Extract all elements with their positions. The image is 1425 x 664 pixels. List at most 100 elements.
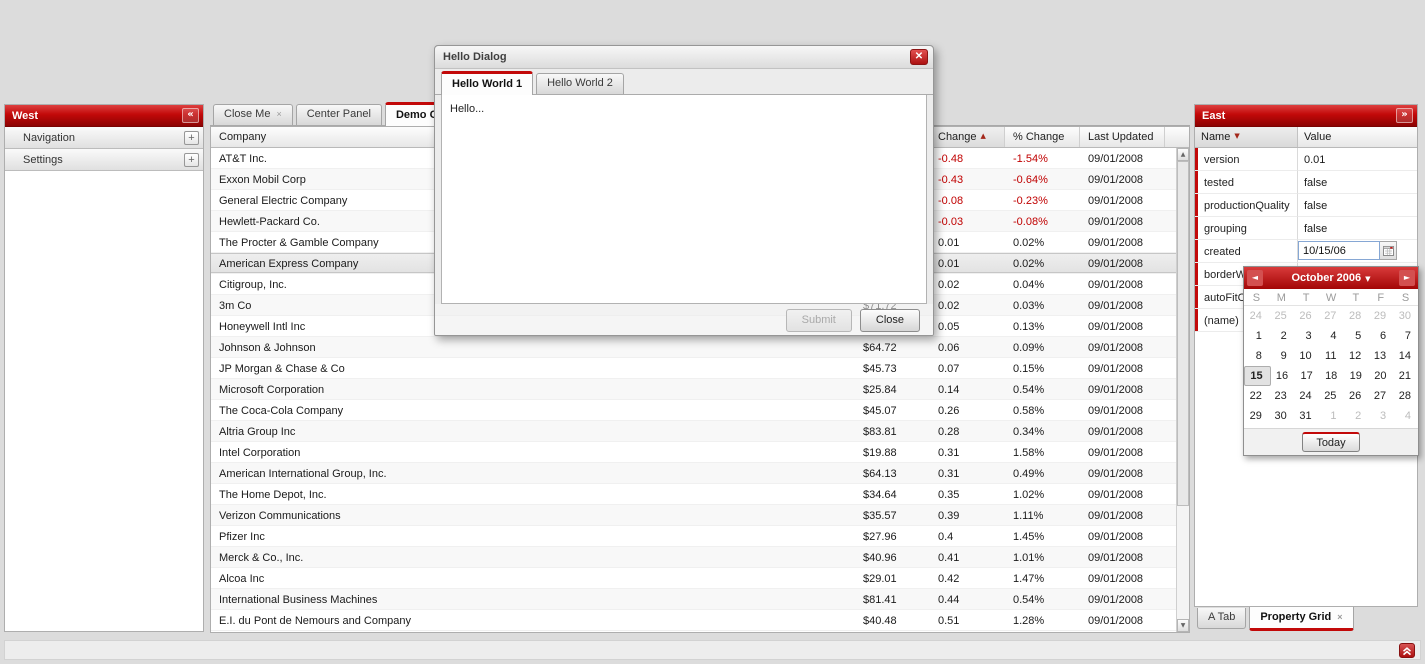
- calendar-day[interactable]: 26: [1343, 386, 1368, 406]
- calendar-day[interactable]: 28: [1343, 306, 1368, 326]
- cell-change: 0.51: [930, 610, 1005, 630]
- dialog-title-bar[interactable]: Hello Dialog ✕: [435, 46, 933, 69]
- calendar-day[interactable]: 2: [1343, 406, 1368, 426]
- calendar-day[interactable]: 11: [1319, 346, 1344, 366]
- calendar-day[interactable]: 29: [1244, 406, 1269, 426]
- calendar-day[interactable]: 5: [1343, 326, 1368, 346]
- calendar-day[interactable]: 1: [1244, 326, 1269, 346]
- tab-close-me[interactable]: Close Me×: [213, 104, 293, 125]
- table-row[interactable]: Merck & Co., Inc.$40.960.411.01%09/01/20…: [211, 547, 1176, 568]
- calendar-day-selected[interactable]: 15: [1244, 366, 1271, 386]
- cell-change: 0.31: [930, 463, 1005, 483]
- prev-month-icon[interactable]: ◄: [1247, 270, 1263, 286]
- calendar-day[interactable]: 27: [1368, 386, 1393, 406]
- calendar-day[interactable]: 27: [1319, 306, 1344, 326]
- hello-dialog-window: Hello Dialog ✕ Hello World 1Hello World …: [434, 45, 934, 336]
- calendar-day[interactable]: 10: [1294, 346, 1319, 366]
- calendar-day[interactable]: 8: [1244, 346, 1269, 366]
- grid-vertical-scrollbar[interactable]: ▲ ▼: [1176, 148, 1189, 632]
- column-header-last-updated[interactable]: Last Updated: [1080, 127, 1165, 147]
- table-row[interactable]: JP Morgan & Chase & Co$45.730.070.15%09/…: [211, 358, 1176, 379]
- dialog-close-icon[interactable]: ✕: [910, 49, 928, 65]
- scroll-down-icon[interactable]: ▼: [1177, 619, 1189, 632]
- calendar-day[interactable]: 3: [1294, 326, 1319, 346]
- cell-pct: 0.15%: [1005, 358, 1080, 378]
- table-row[interactable]: American International Group, Inc.$64.13…: [211, 463, 1176, 484]
- property-row-created[interactable]: created: [1195, 240, 1417, 263]
- collapse-left-icon[interactable]: «: [182, 108, 199, 123]
- property-row-tested[interactable]: testedfalse: [1195, 171, 1417, 194]
- column-header-change[interactable]: % Change: [1005, 127, 1080, 147]
- expand-plus-icon[interactable]: +: [184, 131, 199, 145]
- calendar-day[interactable]: 19: [1344, 366, 1369, 386]
- tab-a-tab[interactable]: A Tab: [1197, 608, 1246, 629]
- close-button[interactable]: Close: [860, 309, 920, 332]
- table-row[interactable]: Microsoft Corporation$25.840.140.54%09/0…: [211, 379, 1176, 400]
- calendar-day[interactable]: 4: [1393, 406, 1418, 426]
- calendar-day[interactable]: 31: [1294, 406, 1319, 426]
- calendar-day[interactable]: 25: [1319, 386, 1344, 406]
- calendar-day[interactable]: 9: [1269, 346, 1294, 366]
- tab-property-grid[interactable]: Property Grid×: [1249, 607, 1353, 631]
- calendar-day[interactable]: 30: [1269, 406, 1294, 426]
- table-row[interactable]: Intel Corporation$19.880.311.58%09/01/20…: [211, 442, 1176, 463]
- table-row[interactable]: Altria Group Inc$83.810.280.34%09/01/200…: [211, 421, 1176, 442]
- tab-center-panel[interactable]: Center Panel: [296, 104, 382, 125]
- tab-hello-world-2[interactable]: Hello World 2: [536, 73, 624, 94]
- calendar-day[interactable]: 14: [1393, 346, 1418, 366]
- tab-hello-world-1[interactable]: Hello World 1: [441, 71, 533, 95]
- calendar-day[interactable]: 7: [1393, 326, 1418, 346]
- calendar-day[interactable]: 22: [1244, 386, 1269, 406]
- calendar-day[interactable]: 26: [1294, 306, 1319, 326]
- table-row[interactable]: Verizon Communications$35.570.391.11%09/…: [211, 505, 1176, 526]
- scrollbar-thumb[interactable]: [1177, 161, 1189, 506]
- expand-up-icon[interactable]: [1399, 643, 1415, 658]
- table-row[interactable]: The Home Depot, Inc.$34.640.351.02%09/01…: [211, 484, 1176, 505]
- property-row-productionquality[interactable]: productionQualityfalse: [1195, 194, 1417, 217]
- date-field[interactable]: [1298, 241, 1380, 260]
- calendar-day[interactable]: 24: [1294, 386, 1319, 406]
- calendar-day[interactable]: 23: [1269, 386, 1294, 406]
- scroll-up-icon[interactable]: ▲: [1177, 148, 1189, 161]
- calendar-day[interactable]: 13: [1368, 346, 1393, 366]
- accordion-item-navigation[interactable]: Navigation+: [5, 127, 203, 149]
- calendar-day[interactable]: 3: [1368, 406, 1393, 426]
- accordion-item-settings[interactable]: Settings+: [5, 149, 203, 171]
- calendar-day[interactable]: 1: [1319, 406, 1344, 426]
- calendar-day[interactable]: 24: [1244, 306, 1269, 326]
- next-month-icon[interactable]: ►: [1399, 270, 1415, 286]
- table-row[interactable]: E.I. du Pont de Nemours and Company$40.4…: [211, 610, 1176, 631]
- cell-pct: 0.54%: [1005, 589, 1080, 609]
- table-row[interactable]: Pfizer Inc$27.960.41.45%09/01/2008: [211, 526, 1176, 547]
- table-row[interactable]: Johnson & Johnson$64.720.060.09%09/01/20…: [211, 337, 1176, 358]
- calendar-day[interactable]: 25: [1269, 306, 1294, 326]
- calendar-day[interactable]: 2: [1269, 326, 1294, 346]
- calendar-day[interactable]: 20: [1369, 366, 1394, 386]
- calendar-day[interactable]: 17: [1295, 366, 1320, 386]
- collapse-right-icon[interactable]: »: [1396, 108, 1413, 123]
- tab-close-icon[interactable]: ×: [276, 109, 281, 119]
- calendar-day[interactable]: 28: [1393, 386, 1418, 406]
- date-trigger-button[interactable]: [1380, 241, 1397, 260]
- calendar-day[interactable]: 12: [1343, 346, 1368, 366]
- table-row[interactable]: The Coca-Cola Company$45.070.260.58%09/0…: [211, 400, 1176, 421]
- calendar-day[interactable]: 29: [1368, 306, 1393, 326]
- property-grid-value-column-header[interactable]: Value: [1298, 127, 1417, 147]
- table-row[interactable]: International Business Machines$81.410.4…: [211, 589, 1176, 610]
- submit-button[interactable]: Submit: [786, 309, 852, 332]
- tab-close-icon[interactable]: ×: [1337, 612, 1342, 622]
- calendar-day[interactable]: 6: [1368, 326, 1393, 346]
- today-button[interactable]: Today: [1302, 432, 1359, 452]
- table-row[interactable]: Alcoa Inc$29.010.421.47%09/01/2008: [211, 568, 1176, 589]
- expand-plus-icon[interactable]: +: [184, 153, 199, 167]
- calendar-day[interactable]: 4: [1319, 326, 1344, 346]
- column-header-change[interactable]: Change▲: [930, 127, 1005, 147]
- property-grid-name-column-header[interactable]: Name▼: [1195, 127, 1298, 147]
- month-selector[interactable]: October 2006▼: [1263, 272, 1399, 284]
- property-row-version[interactable]: version0.01: [1195, 148, 1417, 171]
- calendar-day[interactable]: 30: [1393, 306, 1418, 326]
- calendar-day[interactable]: 16: [1271, 366, 1296, 386]
- calendar-day[interactable]: 21: [1393, 366, 1418, 386]
- calendar-day[interactable]: 18: [1320, 366, 1345, 386]
- property-row-grouping[interactable]: groupingfalse: [1195, 217, 1417, 240]
